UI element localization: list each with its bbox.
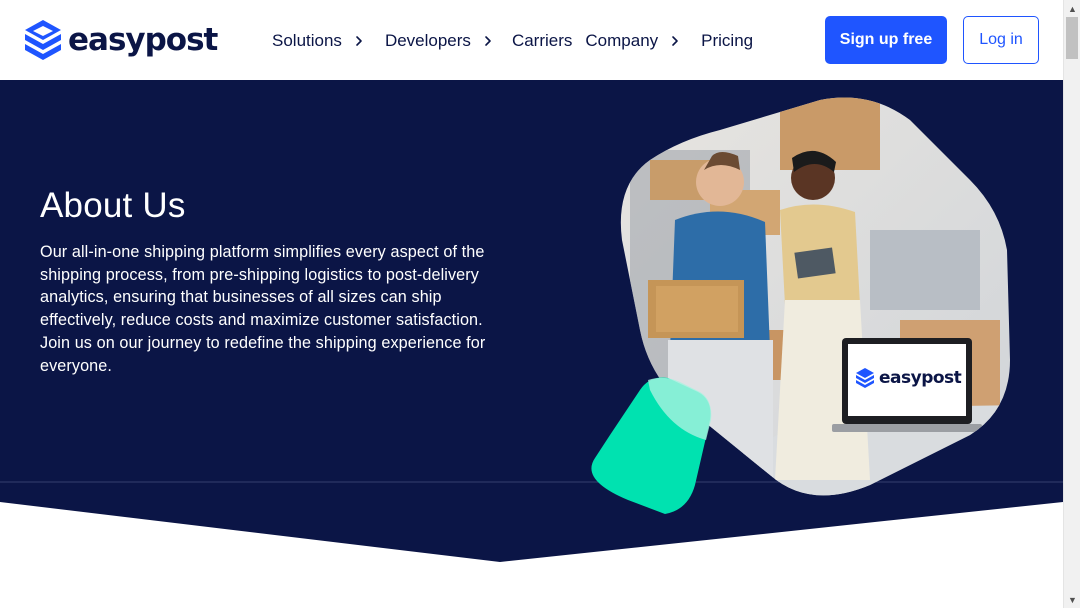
about-hero: About Us Our all-in-one shipping platfor…	[0, 80, 1063, 608]
page-viewport: easypost Solutions Developers Carriers C…	[0, 0, 1063, 608]
easypost-logo-icon	[25, 20, 61, 60]
chevron-right-icon	[485, 36, 491, 46]
brand-wordmark: easypost	[68, 21, 218, 58]
chevron-right-icon	[356, 36, 362, 46]
scrollbar-thumb[interactable]	[1066, 17, 1078, 59]
nav-item-carriers[interactable]: Carriers	[512, 31, 572, 51]
nav-item-label: Developers	[384, 31, 471, 50]
chevron-right-icon	[672, 36, 678, 46]
nav-item-developers[interactable]: Developers	[385, 31, 495, 51]
nav-item-label: Carriers	[511, 31, 573, 50]
brand-logo[interactable]: easypost	[24, 19, 218, 61]
nav-item-label: Company	[585, 31, 659, 50]
scroll-up-arrow-icon[interactable]: ▲	[1064, 0, 1080, 17]
nav-item-solutions[interactable]: Solutions	[272, 31, 366, 51]
laptop-screen-logo: easypost	[879, 368, 962, 388]
main-nav: Solutions Developers Carriers Company Pr…	[272, 28, 753, 54]
vertical-scrollbar[interactable]: ▲ ▼	[1063, 0, 1080, 608]
nav-item-pricing[interactable]: Pricing	[701, 31, 753, 51]
nav-item-company[interactable]: Company	[585, 31, 682, 51]
site-header: easypost Solutions Developers Carriers C…	[0, 0, 1063, 80]
nav-item-label: Solutions	[272, 31, 342, 50]
scroll-down-arrow-icon[interactable]: ▼	[1064, 591, 1080, 608]
team-warehouse-photo: easypost	[591, 97, 1010, 514]
nav-item-label: Pricing	[701, 31, 754, 50]
login-button[interactable]: Log in	[963, 16, 1039, 64]
signup-button[interactable]: Sign up free	[825, 16, 947, 64]
hero-description: Our all-in-one shipping platform simplif…	[40, 243, 486, 375]
page-title: About Us	[40, 186, 186, 225]
